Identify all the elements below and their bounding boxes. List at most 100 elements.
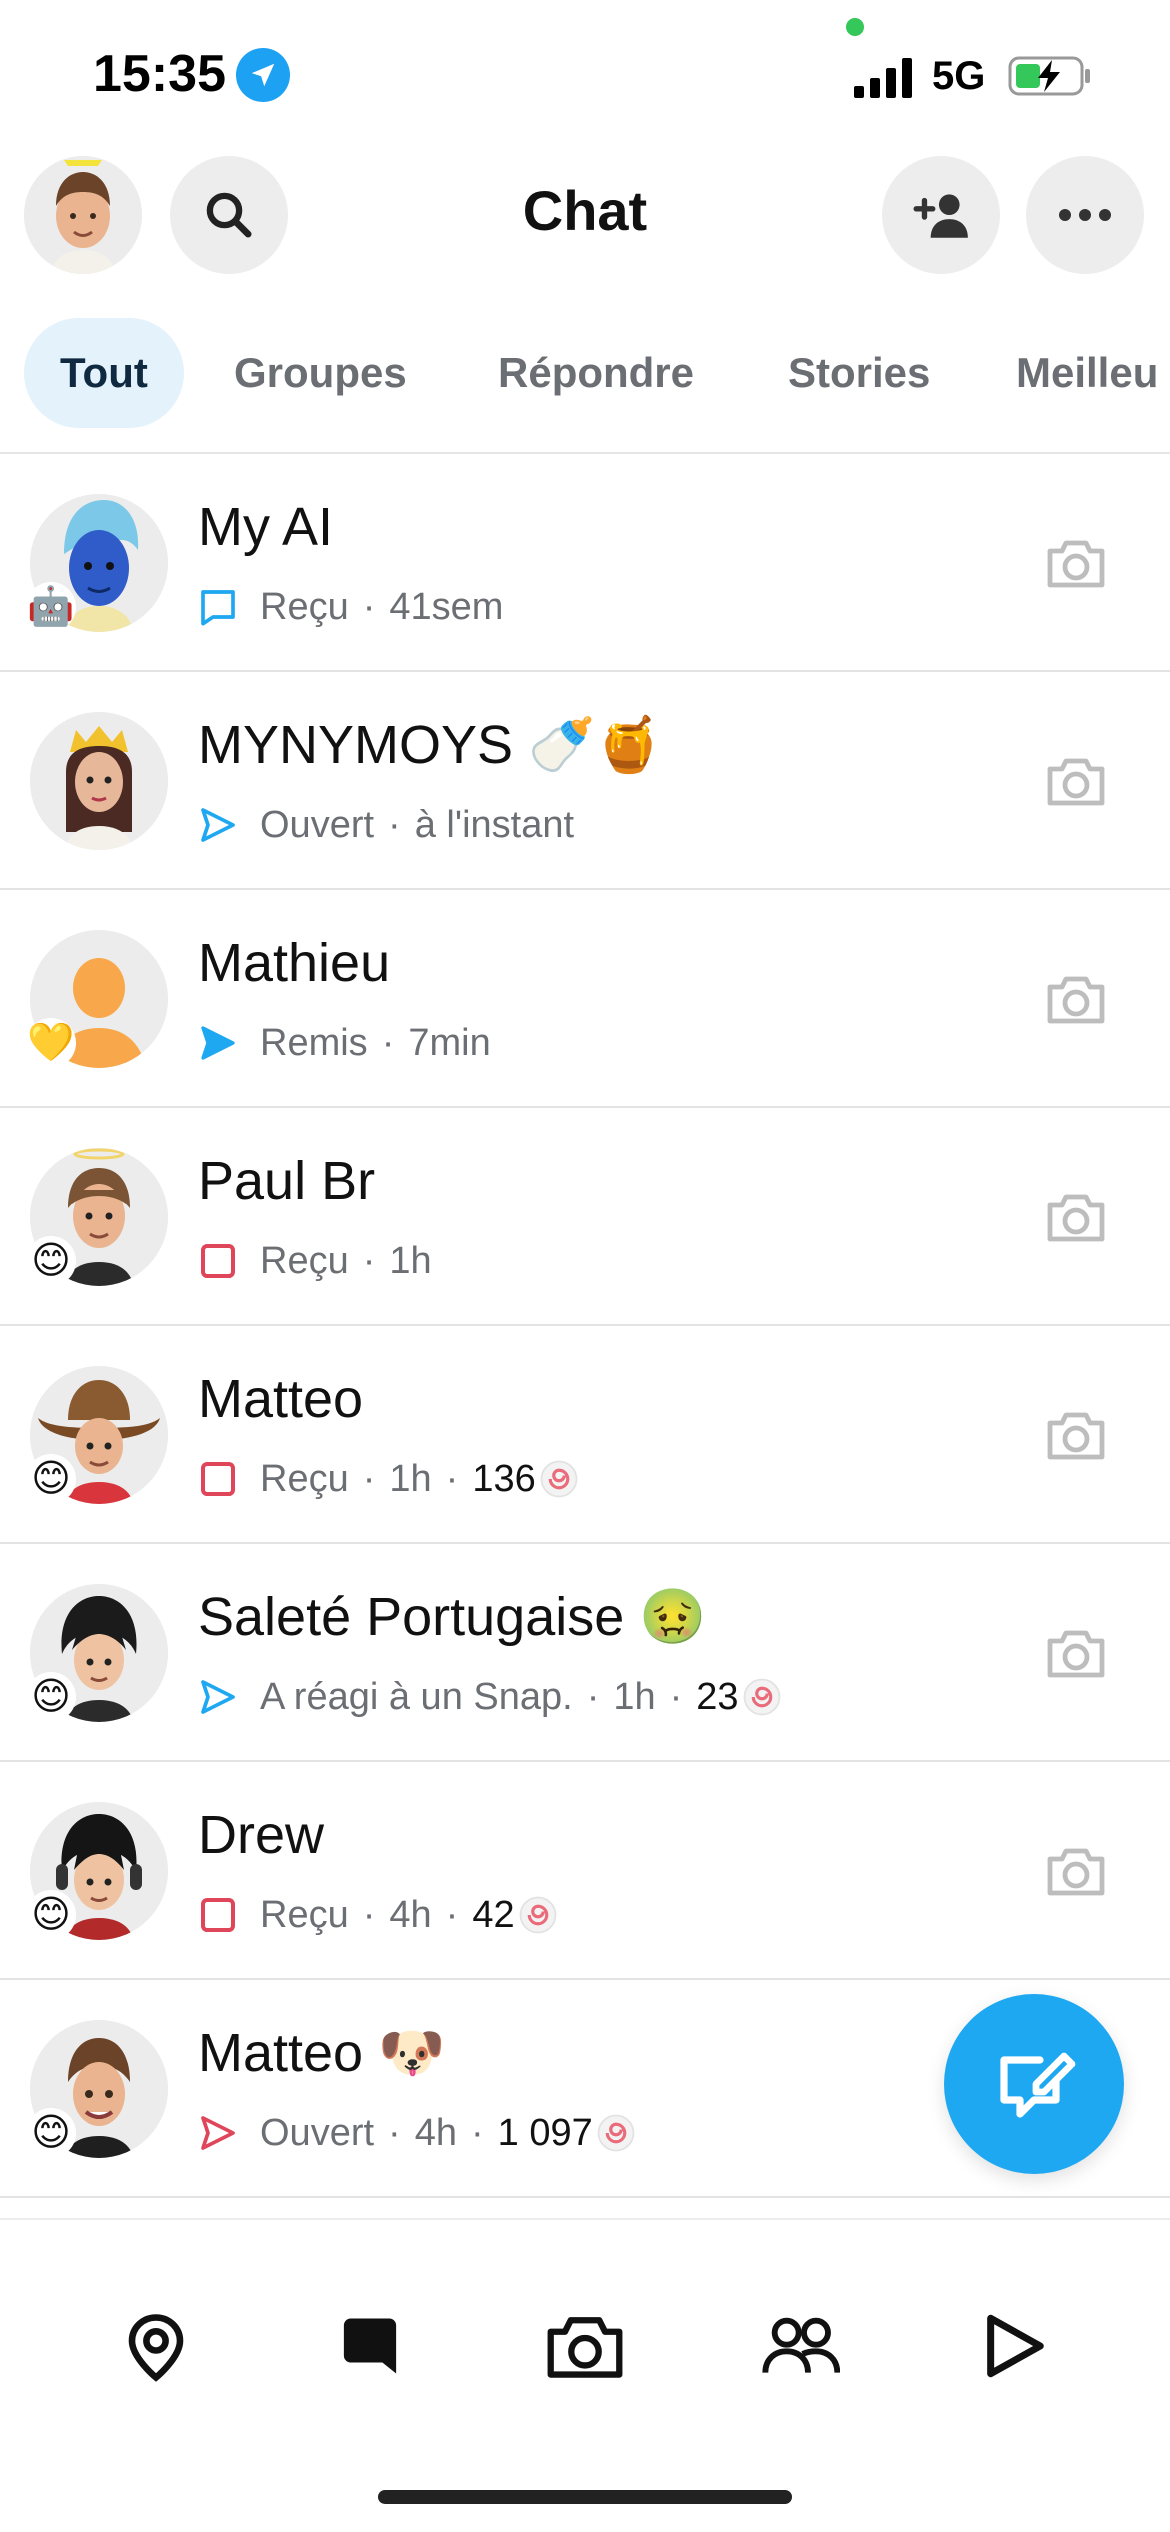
avatar-badge: 😊 xyxy=(26,1672,76,1722)
chat-status: Reçu xyxy=(260,1893,349,1936)
chat-name: Mathieu xyxy=(198,933,391,993)
streak-swirl-icon xyxy=(540,1460,578,1498)
nav-friends[interactable] xyxy=(760,2306,840,2386)
nav-spotlight[interactable] xyxy=(974,2306,1054,2386)
chat-status: Ouvert xyxy=(260,2111,375,2154)
location-arrow-icon xyxy=(236,48,290,102)
chat-time: 41sem xyxy=(389,585,504,628)
separator-dot: · xyxy=(470,2111,484,2154)
chat-status: Ouvert xyxy=(260,803,375,846)
camera-indicator-dot xyxy=(846,18,864,36)
streak-swirl-icon xyxy=(597,2114,635,2152)
chat-name: Matteo xyxy=(198,1369,364,1429)
chat-name: Matteo 🐶 xyxy=(198,2023,446,2083)
tab-meilleurs[interactable]: Meilleu xyxy=(980,318,1170,428)
chat-name: Drew xyxy=(198,1805,325,1865)
square-outline-red-icon xyxy=(201,1244,235,1278)
chat-row[interactable]: 😊 Saleté Portugaise 🤢 A réagi à un Snap.… xyxy=(0,1544,1170,1762)
status-bar: 15:35 5G xyxy=(0,0,1170,150)
tab-repondre[interactable]: Répondre xyxy=(462,318,730,428)
separator-dot: · xyxy=(388,803,401,846)
more-options-button[interactable] xyxy=(1026,156,1144,274)
tab-stories[interactable]: Stories xyxy=(752,318,966,428)
chat-outline-blue-icon xyxy=(201,590,235,626)
chat-row[interactable]: 😊 Drew Reçu · 4h · 42 xyxy=(0,1762,1170,1980)
chat-meta: Reçu · 1h · 136 xyxy=(198,1454,580,1504)
avatar-badge: 😊 xyxy=(26,2108,76,2158)
chat-meta: Reçu · 41sem xyxy=(198,582,503,632)
home-indicator xyxy=(378,2490,792,2504)
chat-meta: Remis · 7min xyxy=(198,1018,491,1068)
streak-swirl-icon xyxy=(743,1678,780,1716)
square-outline-red-icon xyxy=(201,1462,235,1496)
nav-camera[interactable] xyxy=(545,2306,625,2386)
separator-dot: · xyxy=(445,1457,459,1500)
separator-dot: · xyxy=(388,2111,401,2154)
camera-icon[interactable] xyxy=(1044,1188,1108,1246)
add-friend-button[interactable] xyxy=(882,156,1000,274)
cellular-signal-icon xyxy=(854,58,912,98)
status-time: 15:35 xyxy=(93,45,226,103)
avatar-badge: 🤖 xyxy=(26,582,76,632)
avatar-badge: 😊 xyxy=(26,1236,76,1286)
chat-row[interactable]: MYNYMOYS 🍼🍯 Ouvert · à l'instant xyxy=(0,672,1170,890)
chat-time: 1h xyxy=(389,1457,432,1500)
separator-dot: · xyxy=(669,1675,683,1718)
separator-dot: · xyxy=(445,1893,459,1936)
tab-tout[interactable]: Tout xyxy=(24,318,184,428)
arrow-outline-blue-icon xyxy=(201,808,235,842)
map-icon xyxy=(128,2314,184,2382)
nav-chat[interactable] xyxy=(330,2306,410,2386)
camera-icon[interactable] xyxy=(1044,1842,1108,1900)
streak-swirl-icon xyxy=(519,1896,556,1934)
friends-icon xyxy=(762,2317,840,2373)
chat-time: 4h xyxy=(414,2111,457,2154)
camera-icon[interactable] xyxy=(1044,752,1108,810)
avatar-badge: 😊 xyxy=(26,1890,76,1940)
streak-count: 136 xyxy=(472,1457,536,1500)
chat-time: 1h xyxy=(389,1239,432,1282)
arrow-filled-blue-icon xyxy=(201,1026,235,1060)
chat-name: Paul Br xyxy=(198,1151,376,1211)
chat-name: My AI xyxy=(198,497,334,557)
camera-icon[interactable] xyxy=(1044,1406,1108,1464)
chat-status: Remis xyxy=(260,1021,368,1064)
separator-dot: · xyxy=(362,585,376,628)
arrow-outline-blue-icon xyxy=(201,1680,235,1714)
chat-meta: A réagi à un Snap. · 1h · 23 xyxy=(198,1672,783,1722)
chat-name: Saleté Portugaise 🤢 xyxy=(198,1587,707,1647)
chat-time: 4h xyxy=(389,1893,432,1936)
chat-meta: Reçu · 4h · 42 xyxy=(198,1890,559,1940)
chat-row[interactable]: 🤖 My AI Reçu · 41sem xyxy=(0,454,1170,672)
network-type: 5G xyxy=(932,54,986,98)
streak-count: 42 xyxy=(472,1893,515,1936)
nav-map[interactable] xyxy=(116,2306,196,2386)
chat-meta: Ouvert · à l'instant xyxy=(198,800,574,850)
spotlight-play-icon xyxy=(987,2314,1044,2378)
new-chat-button[interactable] xyxy=(944,1994,1124,2174)
camera-icon[interactable] xyxy=(1044,970,1108,1028)
chat-list: 🤖 My AI Reçu · 41sem MYNYMOYS 🍼🍯 Ouvert … xyxy=(0,454,1170,2198)
tab-groupes[interactable]: Groupes xyxy=(198,318,443,428)
chat-meta: Ouvert · 4h · 1 097 xyxy=(198,2108,637,2158)
chat-time: 7min xyxy=(408,1021,491,1064)
avatar-badge: 😊 xyxy=(26,1454,76,1504)
camera-icon[interactable] xyxy=(1044,1624,1108,1682)
square-outline-red-icon xyxy=(201,1898,235,1932)
more-dots-icon xyxy=(1059,209,1111,221)
arrow-outline-red-icon xyxy=(201,2116,235,2150)
chat-row[interactable]: 😊 Matteo Reçu · 1h · 136 xyxy=(0,1326,1170,1544)
separator-dot: · xyxy=(362,1893,376,1936)
avatar xyxy=(30,712,168,850)
chat-status: Reçu xyxy=(260,1239,349,1282)
chat-icon xyxy=(343,2318,397,2374)
chat-time: à l'instant xyxy=(414,803,575,846)
chat-row[interactable]: 😊 Paul Br Reçu · 1h xyxy=(0,1108,1170,1326)
add-friend-icon xyxy=(913,194,968,238)
chat-row[interactable]: 💛 Mathieu Remis · 7min xyxy=(0,890,1170,1108)
avatar-badge: 💛 xyxy=(26,1018,76,1068)
camera-icon[interactable] xyxy=(1044,534,1108,592)
streak-count: 1 097 xyxy=(497,2111,593,2154)
battery-charging-icon xyxy=(1008,56,1090,96)
chat-name: MYNYMOYS 🍼🍯 xyxy=(198,715,663,775)
